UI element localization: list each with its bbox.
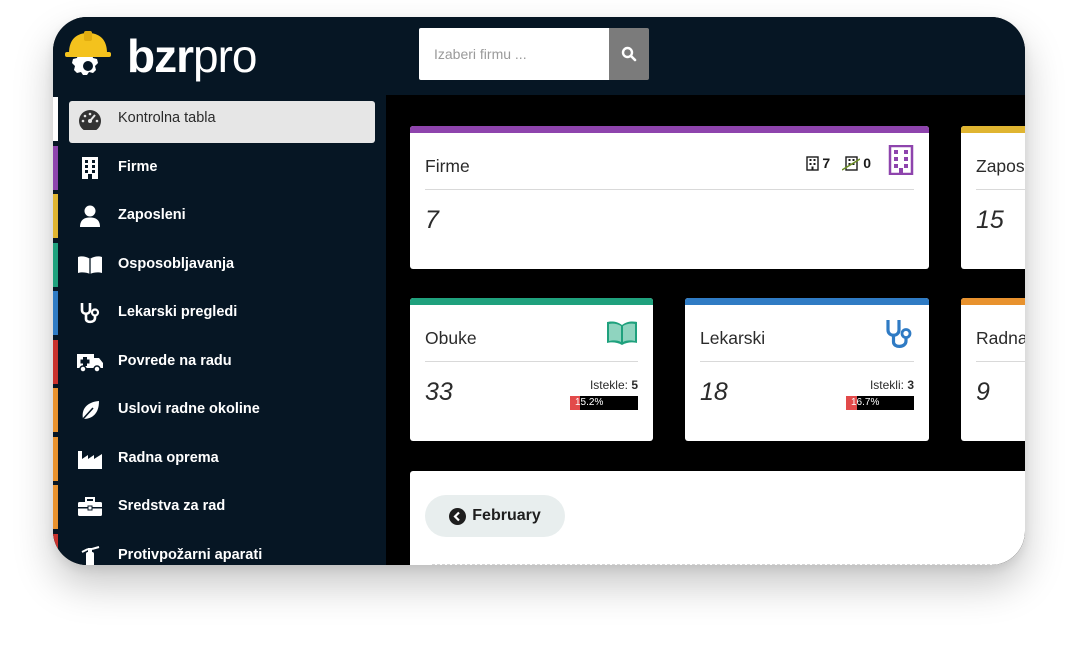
sidebar-item-label: Povrede na radu xyxy=(118,352,232,369)
brand-wordmark: bzrpro xyxy=(127,30,257,82)
card-divider xyxy=(700,361,914,362)
card-zaposleni[interactable]: Zapos 15 xyxy=(961,126,1025,269)
stethoscope-icon xyxy=(886,320,912,348)
card-accent-bar xyxy=(410,298,653,305)
top-bar: bzrpro xyxy=(53,17,1025,95)
search-icon xyxy=(621,46,637,62)
card-value: 33 xyxy=(425,378,453,406)
brand-logo[interactable]: bzrpro xyxy=(65,27,365,83)
expired-stat: Istekli: 3 xyxy=(869,378,914,392)
firme-counts: 7 0 xyxy=(806,155,871,171)
sidebar-item-label: Protivpožarni aparati xyxy=(118,546,263,563)
sidebar-item-label: Sredstva za rad xyxy=(118,498,226,514)
card-title: Zapos xyxy=(976,156,1025,176)
leaf-icon xyxy=(75,397,105,423)
expired-stat: Istekle: 5 xyxy=(589,378,638,392)
sidebar-item-uslovi-radne-okoline[interactable]: Uslovi radne okoline xyxy=(53,386,386,435)
sidebar-item-radna-oprema[interactable]: Radna oprema xyxy=(53,435,386,484)
card-value: 18 xyxy=(700,378,728,406)
briefcase-icon xyxy=(75,494,105,520)
search-button[interactable] xyxy=(609,28,649,80)
sidebar-item-label: Uslovi radne okoline xyxy=(118,401,260,417)
card-accent-bar xyxy=(410,126,929,133)
building-icon xyxy=(888,145,914,175)
sidebar-item-protivpozarni-aparati[interactable]: Protivpožarni aparati xyxy=(53,532,386,565)
building-inactive-icon xyxy=(842,155,861,171)
card-obuke[interactable]: Obuke 33 Istekle: 5 15.2% xyxy=(410,298,653,441)
sidebar-item-color-bar xyxy=(53,145,58,190)
sidebar-item-color-bar xyxy=(53,242,58,287)
card-accent-bar xyxy=(685,298,929,305)
factory-icon xyxy=(75,446,105,472)
sidebar-item-lekarski-pregledi[interactable]: Lekarski pregledi xyxy=(53,289,386,338)
previous-month-label: February xyxy=(472,507,541,524)
ambulance-icon xyxy=(75,349,105,375)
card-accent-bar xyxy=(961,298,1025,305)
card-divider xyxy=(425,189,914,190)
book-open-icon xyxy=(607,321,637,345)
sidebar-item-povrede-na-radu[interactable]: Povrede na radu xyxy=(53,338,386,387)
card-divider xyxy=(976,361,1025,362)
sidebar-item-color-bar xyxy=(53,533,58,565)
active-highlight xyxy=(69,101,375,143)
card-value: 15 xyxy=(976,206,1004,234)
expired-progress-bar: 15.2% xyxy=(570,396,638,410)
chevron-left-circle-icon xyxy=(449,507,467,525)
sidebar-item-label: Lekarski pregledi xyxy=(118,304,238,320)
dashboard-gauge-icon xyxy=(75,106,105,132)
card-value: 9 xyxy=(976,378,990,406)
company-search xyxy=(419,28,649,80)
previous-month-button[interactable]: February xyxy=(425,495,565,537)
card-radna-oprema[interactable]: Radna 9 xyxy=(961,298,1025,441)
inactive-firms-count: 0 xyxy=(863,155,871,171)
sidebar-item-label: Zaposleni xyxy=(118,207,186,223)
calendar-panel: February xyxy=(410,471,1025,565)
fire-extinguisher-icon xyxy=(75,543,105,565)
expired-progress-bar: 16.7% xyxy=(846,396,914,410)
sidebar-item-color-bar xyxy=(53,485,58,529)
company-search-input[interactable] xyxy=(419,28,609,80)
sidebar-item-color-bar xyxy=(53,388,58,432)
card-accent-bar xyxy=(961,126,1025,133)
sidebar-item-sredstva-za-rad[interactable]: Sredstva za rad xyxy=(53,483,386,532)
sidebar-item-color-bar xyxy=(53,194,58,238)
sidebar-item-color-bar xyxy=(53,97,58,141)
progress-percent: 15.2% xyxy=(575,397,604,408)
progress-percent: 16.7% xyxy=(851,397,880,408)
book-open-icon xyxy=(75,252,105,278)
sidebar-item-firme[interactable]: Firme xyxy=(53,144,386,193)
app-window: bzrpro Kontrolna tabla xyxy=(53,17,1025,565)
sidebar-item-color-bar xyxy=(53,436,58,481)
user-icon xyxy=(75,203,105,229)
sidebar-item-label: Radna oprema xyxy=(118,449,219,466)
card-title: Firme xyxy=(425,156,470,176)
card-title: Obuke xyxy=(425,328,477,348)
building-icon xyxy=(75,155,105,181)
sidebar-item-kontrolna-tabla[interactable]: Kontrolna tabla xyxy=(53,95,386,144)
sidebar-item-label: Osposobljavanja xyxy=(118,255,235,272)
dashboard-content: Firme 7 0 7 Zapos 15 Obuke 33 Istekle: 5… xyxy=(386,95,1025,565)
card-value: 7 xyxy=(425,206,439,234)
active-firms-count: 7 xyxy=(822,155,831,171)
card-firme[interactable]: Firme 7 0 7 xyxy=(410,126,929,269)
sidebar-item-label: Kontrolna tabla xyxy=(118,110,216,126)
building-small-icon xyxy=(806,155,820,171)
card-divider xyxy=(425,361,638,362)
card-title: Radna xyxy=(976,328,1025,348)
sidebar-item-label: Firme xyxy=(118,158,158,175)
sidebar-nav: Kontrolna tabla Firme Zaposleni Osposobl… xyxy=(53,95,386,565)
sidebar-item-color-bar xyxy=(53,291,58,335)
hardhat-gear-icon xyxy=(65,31,111,75)
card-divider xyxy=(976,189,1025,190)
sidebar-item-osposobljavanja[interactable]: Osposobljavanja xyxy=(53,241,386,290)
sidebar-item-color-bar xyxy=(53,339,58,384)
card-lekarski[interactable]: Lekarski 18 Istekli: 3 16.7% xyxy=(685,298,929,441)
stethoscope-icon xyxy=(75,300,105,326)
card-title: Lekarski xyxy=(700,328,766,348)
sidebar-item-zaposleni[interactable]: Zaposleni xyxy=(53,192,386,241)
calendar-divider xyxy=(432,564,1025,565)
